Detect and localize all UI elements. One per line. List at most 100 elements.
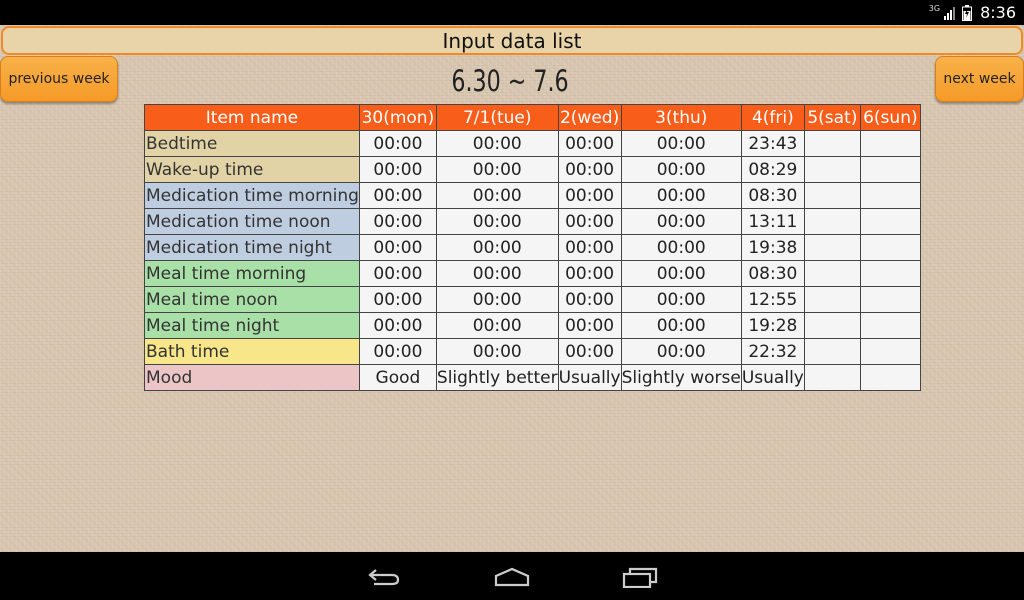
table-cell[interactable]: 08:30	[740, 182, 805, 209]
table-cell[interactable]: Slightly better	[435, 364, 559, 391]
recent-apps-icon[interactable]	[622, 566, 658, 588]
column-header-day: 5(sat)	[803, 104, 861, 131]
table-cell[interactable]	[803, 234, 861, 261]
table-cell[interactable]: 00:00	[557, 156, 622, 183]
table-row[interactable]: Medication time morning 00:00 00:00 00:00 00…	[144, 182, 921, 209]
next-week-button[interactable]: next week	[935, 56, 1024, 102]
table-cell[interactable]: 00:00	[620, 260, 742, 287]
table-cell[interactable]	[859, 312, 921, 339]
table-cell[interactable]: 00:00	[358, 130, 437, 157]
table-cell[interactable]: Usually	[740, 364, 805, 391]
table-cell[interactable]	[859, 156, 921, 183]
table-cell[interactable]: 00:00	[620, 338, 742, 365]
battery-icon	[962, 4, 973, 21]
table-cell[interactable]: 00:00	[358, 234, 437, 261]
table-cell[interactable]: 19:28	[740, 312, 805, 339]
table-cell[interactable]: 00:00	[435, 156, 559, 183]
table-cell[interactable]: 22:32	[740, 338, 805, 365]
table-cell[interactable]	[859, 260, 921, 287]
table-cell[interactable]: 00:00	[435, 130, 559, 157]
table-cell[interactable]: 13:11	[740, 208, 805, 235]
table-cell[interactable]: 00:00	[557, 260, 622, 287]
table-cell[interactable]: 00:00	[620, 156, 742, 183]
table-cell[interactable]: 00:00	[435, 260, 559, 287]
table-cell[interactable]: 00:00	[435, 182, 559, 209]
previous-week-button[interactable]: previous week	[0, 56, 118, 102]
table-cell[interactable]	[859, 130, 921, 157]
row-label: Medication time noon	[144, 208, 360, 235]
back-icon[interactable]	[366, 566, 402, 588]
table-cell[interactable]: 00:00	[435, 234, 559, 261]
row-label: Meal time noon	[144, 286, 360, 313]
table-cell[interactable]: 00:00	[620, 234, 742, 261]
table-cell[interactable]	[803, 208, 861, 235]
table-row[interactable]: Bath time 00:00 00:00 00:00 00:00 22:32	[144, 338, 921, 365]
table-cell[interactable]: 00:00	[557, 286, 622, 313]
table-cell[interactable]	[803, 364, 861, 391]
table-cell[interactable]	[859, 338, 921, 365]
table-cell[interactable]: 00:00	[620, 312, 742, 339]
table-row[interactable]: Medication time noon 00:00 00:00 00:00 00:00…	[144, 208, 921, 235]
table-cell[interactable]: 00:00	[358, 182, 437, 209]
table-row[interactable]: Wake-up time 00:00 00:00 00:00 00:00 08:29	[144, 156, 921, 183]
table-cell[interactable]: Slightly worse	[620, 364, 742, 391]
table-cell[interactable]	[859, 286, 921, 313]
table-cell[interactable]: 00:00	[557, 234, 622, 261]
table-row[interactable]: Bedtime 00:00 00:00 00:00 00:00 23:43	[144, 130, 921, 157]
home-icon[interactable]	[494, 566, 530, 588]
table-cell[interactable]: 23:43	[740, 130, 805, 157]
table-cell[interactable]	[859, 364, 921, 391]
table-cell[interactable]	[803, 338, 861, 365]
table-cell[interactable]: 00:00	[557, 130, 622, 157]
table-cell[interactable]: 08:30	[740, 260, 805, 287]
table-cell[interactable]	[859, 182, 921, 209]
table-cell[interactable]	[803, 260, 861, 287]
table-row[interactable]: Mood Good Slightly better Usually Slightly w…	[144, 364, 921, 391]
table-cell[interactable]	[803, 130, 861, 157]
table-row[interactable]: Meal time night 00:00 00:00 00:00 00:00 19:28	[144, 312, 921, 339]
table-cell[interactable]: 00:00	[358, 338, 437, 365]
table-cell[interactable]	[803, 182, 861, 209]
row-label: Medication time night	[144, 234, 360, 261]
status-time: 8:36	[980, 3, 1016, 22]
table-row[interactable]: Meal time noon 00:00 00:00 00:00 00:00 12:55	[144, 286, 921, 313]
table-cell[interactable]: 00:00	[358, 260, 437, 287]
table-cell[interactable]: 00:00	[358, 312, 437, 339]
table-cell[interactable]: 08:29	[740, 156, 805, 183]
table-cell[interactable]	[859, 234, 921, 261]
table-cell[interactable]: 00:00	[435, 338, 559, 365]
table-row[interactable]: Medication time night 00:00 00:00 00:00 00:0…	[144, 234, 921, 261]
table-cell[interactable]: Good	[358, 364, 437, 391]
table-cell[interactable]: 00:00	[620, 182, 742, 209]
table-cell[interactable]: 00:00	[620, 130, 742, 157]
column-header-day: 3(thu)	[620, 104, 742, 131]
table-cell[interactable]: 00:00	[435, 208, 559, 235]
table-cell[interactable]: 00:00	[358, 156, 437, 183]
table-cell[interactable]	[803, 312, 861, 339]
table-cell[interactable]: Usually	[557, 364, 622, 391]
table-cell[interactable]: 00:00	[435, 286, 559, 313]
input-data-table: Item name 30(mon) 7/1(tue) 2(wed) 3(thu) 4(fr…	[144, 104, 921, 391]
row-label: Meal time morning	[144, 260, 360, 287]
table-cell[interactable]	[803, 156, 861, 183]
network-type: 3G	[928, 4, 941, 13]
table-cell[interactable]: 00:00	[358, 286, 437, 313]
table-cell[interactable]: 12:55	[740, 286, 805, 313]
table-row[interactable]: Meal time morning 00:00 00:00 00:00 00:00 08:…	[144, 260, 921, 287]
table-cell[interactable]: 00:00	[557, 208, 622, 235]
table-cell[interactable]: 19:38	[740, 234, 805, 261]
column-header-day: 30(mon)	[358, 104, 437, 131]
table-cell[interactable]: 00:00	[557, 338, 622, 365]
table-cell[interactable]: 00:00	[557, 312, 622, 339]
date-range: 6.30 ~ 7.6	[451, 64, 569, 98]
table-cell[interactable]: 00:00	[557, 182, 622, 209]
table-cell[interactable]: 00:00	[435, 312, 559, 339]
table-cell[interactable]: 00:00	[620, 286, 742, 313]
table-cell[interactable]	[859, 208, 921, 235]
table-cell[interactable]	[803, 286, 861, 313]
column-header-item-name: Item name	[144, 104, 360, 131]
signal-icon	[944, 6, 956, 20]
column-header-day: 4(fri)	[740, 104, 805, 131]
table-cell[interactable]: 00:00	[358, 208, 437, 235]
table-cell[interactable]: 00:00	[620, 208, 742, 235]
